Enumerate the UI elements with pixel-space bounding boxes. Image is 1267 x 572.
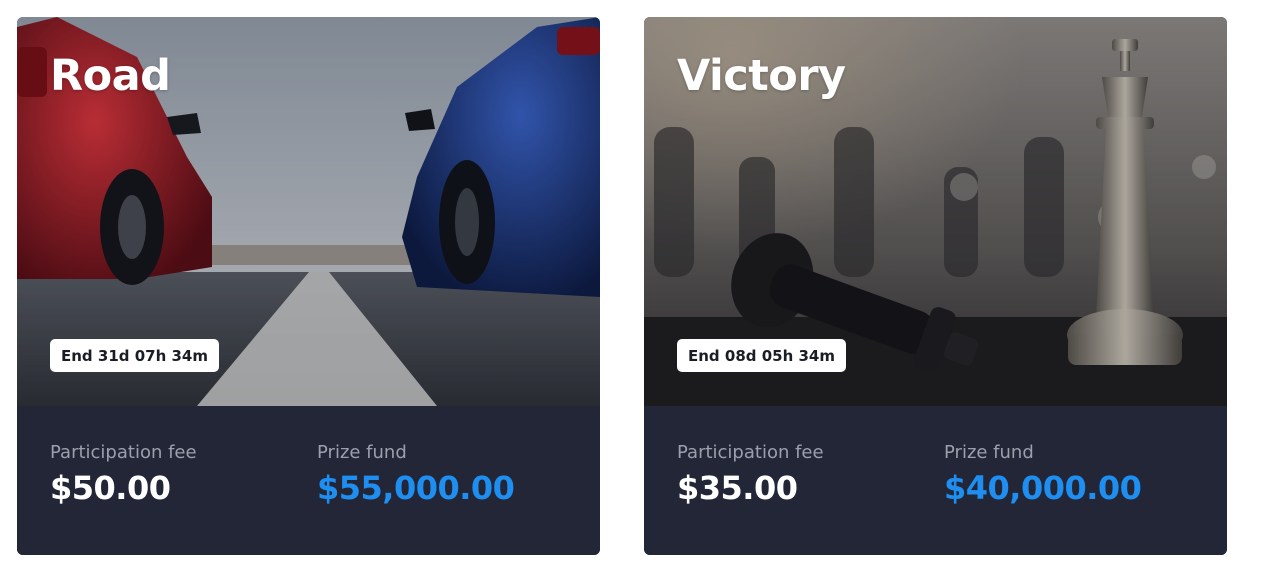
participation-fee-value: $35.00 [677, 469, 798, 507]
tournament-card-road[interactable]: Road End 31d 07h 34m Participation fee $… [17, 17, 600, 555]
participation-fee-value: $50.00 [50, 469, 171, 507]
prize-fund: Prize fund $40,000.00 [944, 442, 1142, 507]
card-title: Road [50, 51, 171, 101]
card-info-panel: Participation fee $35.00 Prize fund $40,… [644, 406, 1227, 555]
participation-fee: Participation fee $35.00 [677, 442, 824, 507]
participation-fee: Participation fee $50.00 [50, 442, 197, 507]
prize-fund-value: $55,000.00 [317, 469, 515, 507]
prize-fund-label: Prize fund [317, 442, 407, 463]
card-info-panel: Participation fee $50.00 Prize fund $55,… [17, 406, 600, 555]
participation-fee-label: Participation fee [677, 442, 824, 463]
prize-fund-label: Prize fund [944, 442, 1034, 463]
prize-fund-value: $40,000.00 [944, 469, 1142, 507]
tournament-cards: Road End 31d 07h 34m Participation fee $… [0, 0, 1267, 572]
countdown-badge: End 08d 05h 34m [677, 339, 846, 372]
countdown-badge: End 31d 07h 34m [50, 339, 219, 372]
tournament-card-victory[interactable]: Victory End 08d 05h 34m Participation fe… [644, 17, 1227, 555]
participation-fee-label: Participation fee [50, 442, 197, 463]
prize-fund: Prize fund $55,000.00 [317, 442, 515, 507]
card-title: Victory [677, 51, 846, 101]
